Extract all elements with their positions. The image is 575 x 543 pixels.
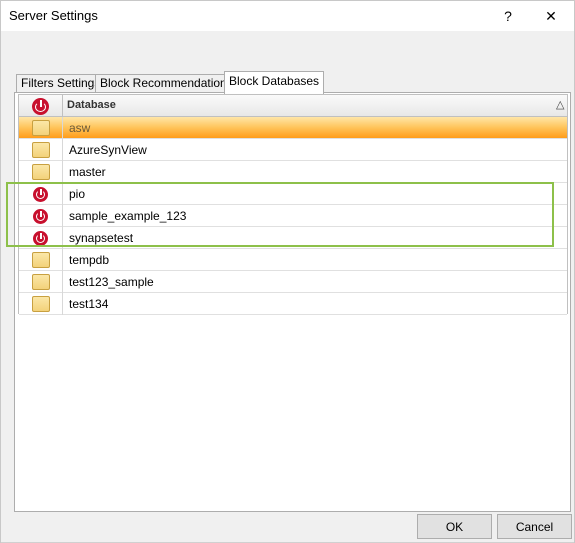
row-blocked-toggle[interactable]	[19, 205, 63, 227]
tab-block-recommendations[interactable]: Block Recommendations	[95, 74, 238, 93]
database-name: synapsetest	[69, 231, 134, 245]
table-row[interactable]: synapsetest	[19, 227, 567, 249]
database-name: AzureSynView	[69, 143, 147, 157]
grid-header: Database △	[19, 95, 567, 117]
header-blocked-column[interactable]	[19, 95, 63, 117]
close-button[interactable]: ✕	[528, 1, 574, 31]
table-row[interactable]: sample_example_123	[19, 205, 567, 227]
tab-filters-settings[interactable]: Filters Settings	[16, 74, 106, 93]
database-name: tempdb	[69, 253, 110, 267]
power-icon	[33, 208, 48, 224]
row-blocked-toggle[interactable]	[19, 183, 63, 205]
folder-icon	[31, 142, 50, 158]
help-button[interactable]: ?	[485, 1, 531, 31]
server-settings-dialog: Server Settings ? ✕ Filters Settings Blo…	[0, 0, 575, 543]
power-icon	[33, 230, 48, 246]
ok-button[interactable]: OK	[417, 514, 492, 539]
database-name: asw	[69, 121, 91, 135]
row-blocked-toggle[interactable]	[19, 161, 63, 183]
row-blocked-toggle[interactable]	[19, 117, 63, 139]
folder-icon	[31, 252, 50, 268]
row-blocked-toggle[interactable]	[19, 227, 63, 249]
title-bar: Server Settings ? ✕	[1, 1, 574, 31]
folder-icon	[31, 120, 50, 136]
database-name: test134	[69, 297, 109, 311]
table-row[interactable]: AzureSynView	[19, 139, 567, 161]
power-icon	[33, 186, 48, 202]
power-icon	[32, 97, 49, 115]
table-row[interactable]: pio	[19, 183, 567, 205]
header-database-label[interactable]: Database	[67, 99, 116, 111]
folder-icon	[31, 296, 50, 312]
tab-panel-block-databases: Database △ asw AzureSynView master pio sampl…	[14, 92, 571, 512]
database-grid: Database △ asw AzureSynView master pio sampl…	[18, 94, 568, 315]
table-row[interactable]: test123_sample	[19, 271, 567, 293]
row-blocked-toggle[interactable]	[19, 293, 63, 315]
table-row[interactable]: master	[19, 161, 567, 183]
row-blocked-toggle[interactable]	[19, 271, 63, 293]
folder-icon	[31, 274, 50, 290]
database-name: sample_example_123	[69, 209, 187, 223]
sort-ascending-icon[interactable]: △	[556, 98, 564, 111]
row-blocked-toggle[interactable]	[19, 139, 63, 161]
table-row[interactable]: tempdb	[19, 249, 567, 271]
cancel-button[interactable]: Cancel	[497, 514, 572, 539]
window-title: Server Settings	[9, 8, 98, 23]
database-name: pio	[69, 187, 86, 201]
table-row[interactable]: asw	[19, 117, 567, 139]
database-name: master	[69, 165, 106, 179]
database-name: test123_sample	[69, 275, 154, 289]
tab-block-databases[interactable]: Block Databases	[224, 71, 325, 94]
row-blocked-toggle[interactable]	[19, 249, 63, 271]
folder-icon	[31, 164, 50, 180]
table-row[interactable]: test134	[19, 293, 567, 315]
